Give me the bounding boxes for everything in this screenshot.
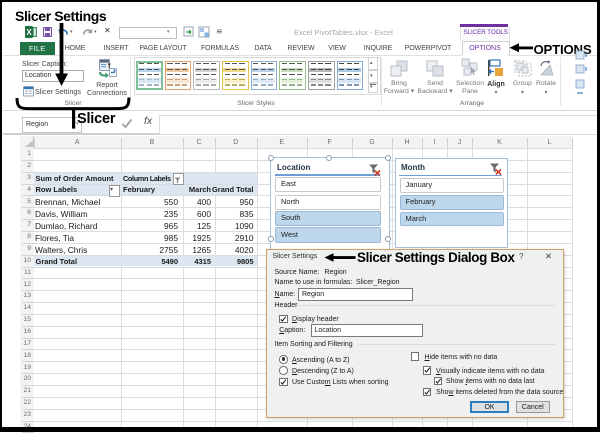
svg-text:X: X (26, 28, 32, 37)
